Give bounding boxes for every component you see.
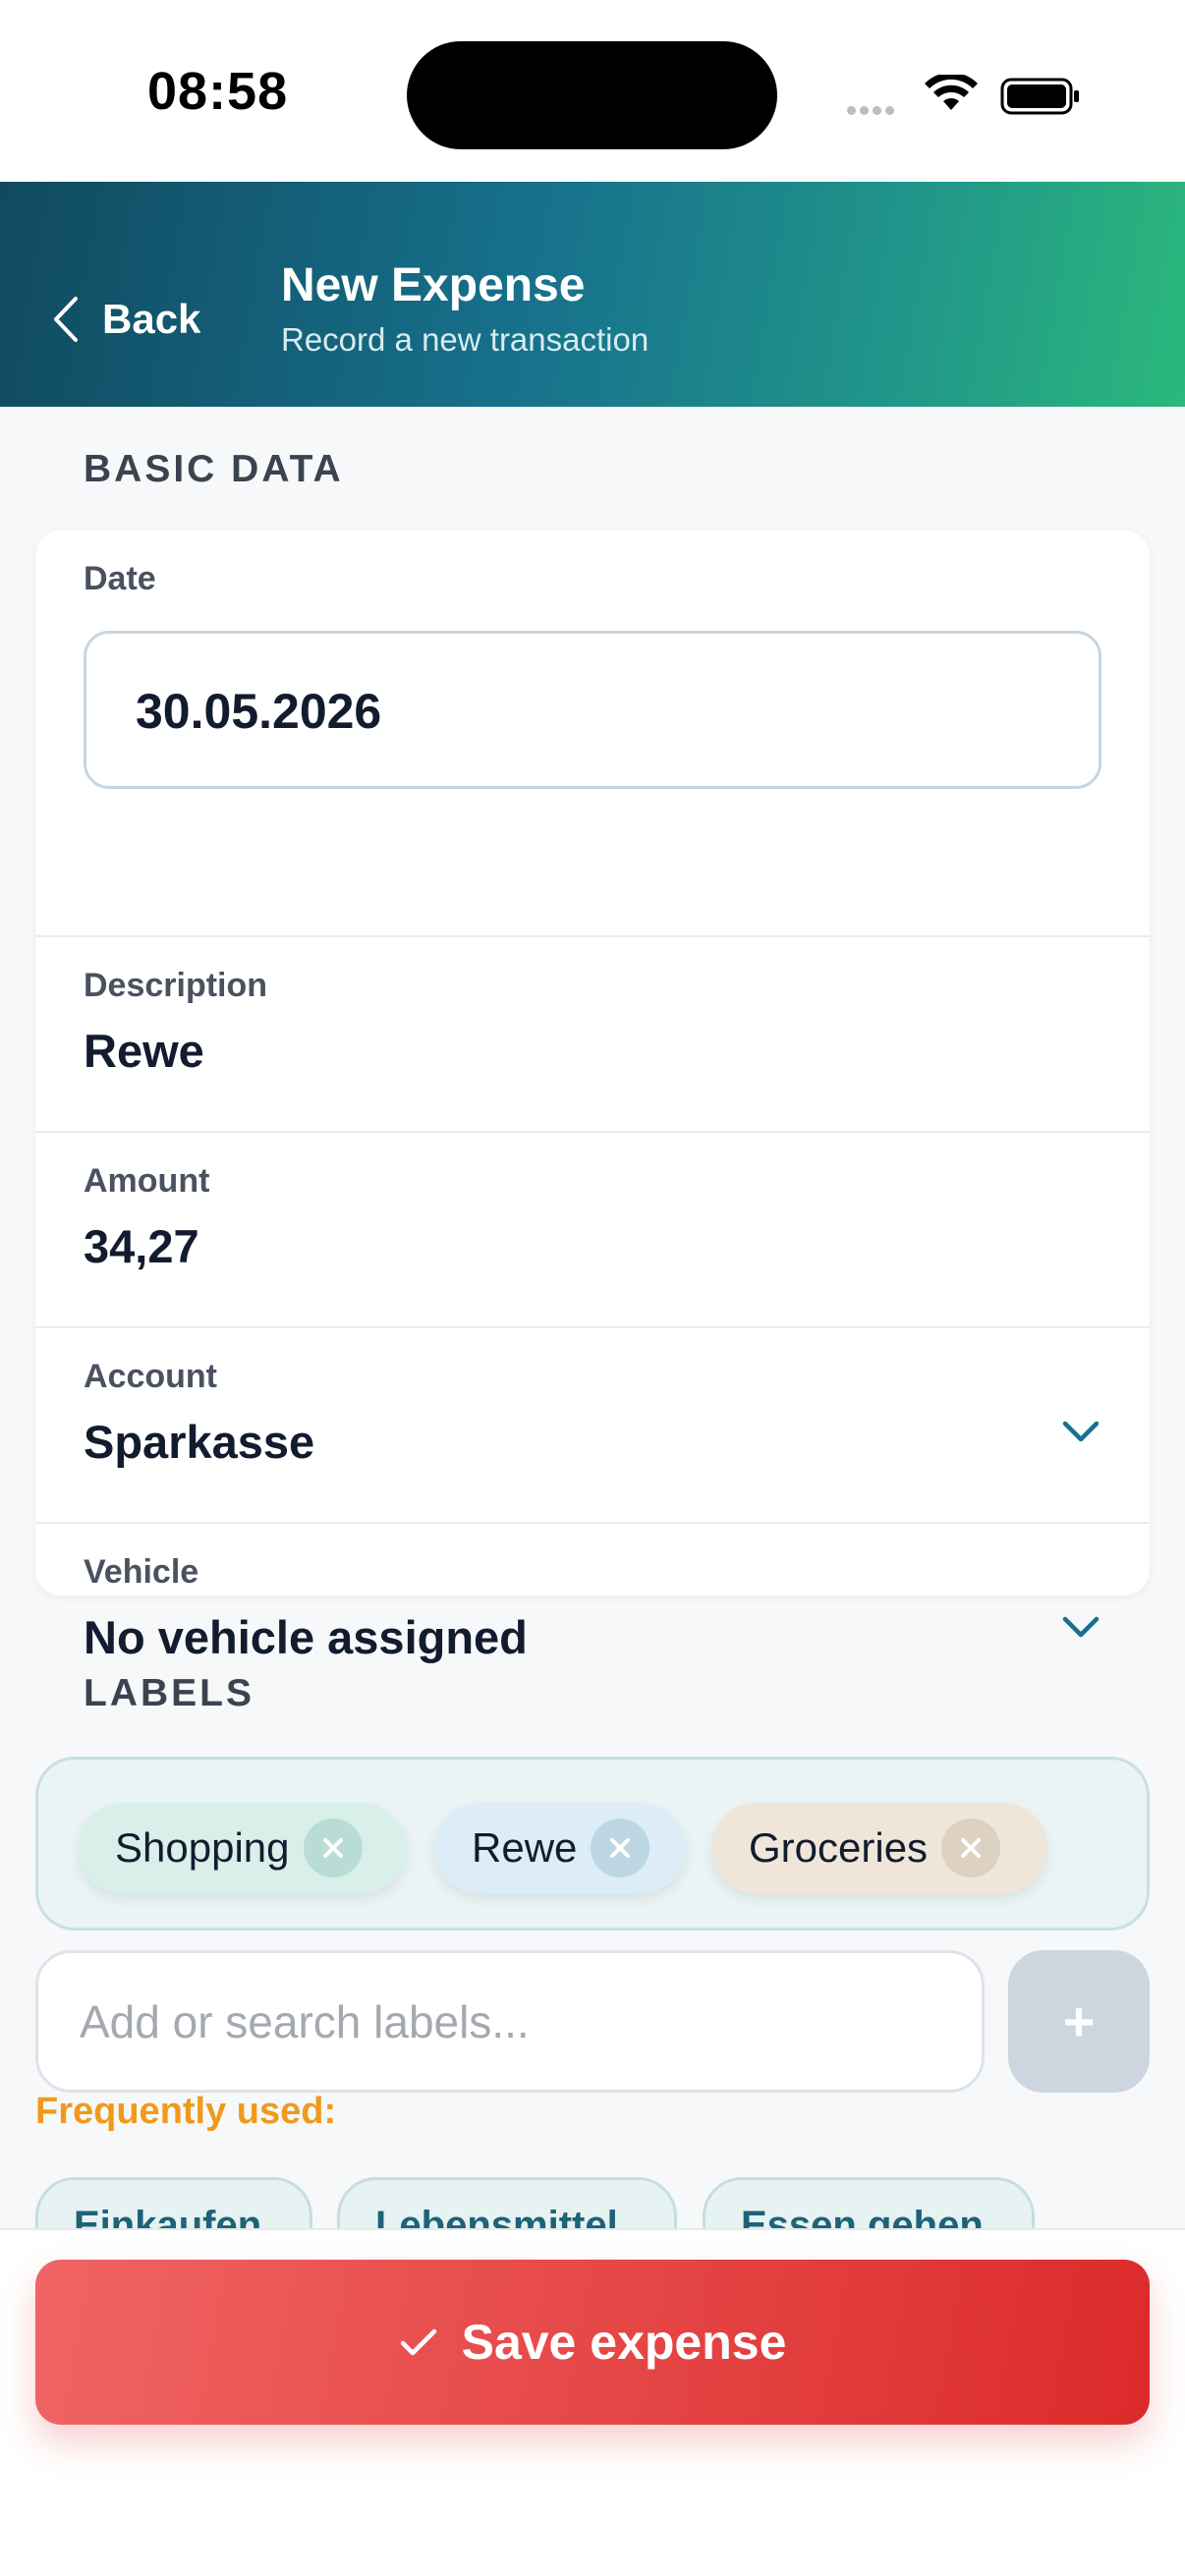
footer-bar: Save expense — [0, 2228, 1185, 2576]
description-value[interactable]: Rewe — [84, 1024, 204, 1078]
expense-form: BASIC DATA Date 30.05.2026 Description R… — [0, 407, 1185, 2228]
account-value[interactable]: Sparkasse — [84, 1415, 314, 1469]
chevron-down-icon[interactable] — [1061, 1419, 1100, 1444]
date-value: 30.05.2026 — [136, 684, 382, 739]
close-icon[interactable] — [303, 1819, 363, 1877]
back-label: Back — [102, 296, 201, 342]
save-expense-label: Save expense — [461, 2315, 787, 2370]
frequent-label-chip[interactable]: Essen gehen — [703, 2177, 1035, 2228]
amount-label: Amount — [84, 1162, 210, 1200]
date-label: Date — [84, 560, 156, 597]
account-select[interactable]: Account Sparkasse — [35, 1328, 1150, 1524]
status-time: 08:58 — [147, 62, 289, 121]
label-chip[interactable]: Rewe — [434, 1803, 686, 1893]
label-chip[interactable]: Groceries — [711, 1803, 1047, 1893]
label-chip-text: Shopping — [115, 1824, 290, 1871]
vehicle-value[interactable]: No vehicle assigned — [84, 1610, 528, 1664]
date-input[interactable]: 30.05.2026 — [84, 631, 1101, 789]
date-field: Date 30.05.2026 — [35, 531, 1150, 937]
frequently-used-label: Frequently used: — [35, 2091, 337, 2132]
chevron-left-icon — [54, 297, 78, 342]
amount-field[interactable]: Amount 34,27 — [35, 1133, 1150, 1328]
checkmark-icon — [400, 2328, 436, 2356]
battery-icon — [1000, 78, 1079, 115]
app-header: Back New Expense Record a new transactio… — [0, 182, 1185, 407]
label-search-input[interactable] — [35, 1950, 985, 2093]
frequent-label-chip[interactable]: Lebensmittel — [337, 2177, 677, 2228]
section-heading-basic-data: BASIC DATA — [84, 448, 344, 490]
save-expense-button[interactable]: Save expense — [35, 2260, 1150, 2425]
label-chip-text: Rewe — [472, 1824, 578, 1871]
frequent-label-chip[interactable]: Einkaufen — [35, 2177, 312, 2228]
label-chip[interactable]: Shopping — [78, 1803, 407, 1893]
add-label-button[interactable]: + — [1008, 1950, 1150, 2093]
selected-labels-box: Shopping Rewe Groceries — [35, 1757, 1150, 1931]
page-subtitle: Record a new transaction — [281, 321, 649, 358]
status-bar: 08:58 — [0, 0, 1185, 182]
amount-value[interactable]: 34,27 — [84, 1219, 199, 1273]
back-button[interactable]: Back — [51, 280, 200, 359]
section-heading-labels: LABELS — [84, 1672, 254, 1714]
chevron-down-icon[interactable] — [1061, 1614, 1100, 1640]
wifi-icon — [925, 75, 978, 110]
description-label: Description — [84, 967, 268, 1004]
vehicle-label: Vehicle — [84, 1553, 199, 1591]
label-chip-text: Groceries — [749, 1824, 929, 1871]
close-icon[interactable] — [591, 1819, 650, 1877]
cellular-signal-icon — [847, 102, 898, 120]
page-title: New Expense — [281, 259, 586, 311]
basic-data-card: Date 30.05.2026 Description Rewe Amount … — [35, 531, 1150, 1663]
close-icon[interactable] — [941, 1819, 1001, 1877]
description-field[interactable]: Description Rewe — [35, 937, 1150, 1133]
account-label: Account — [84, 1358, 217, 1395]
dynamic-island — [407, 41, 777, 149]
